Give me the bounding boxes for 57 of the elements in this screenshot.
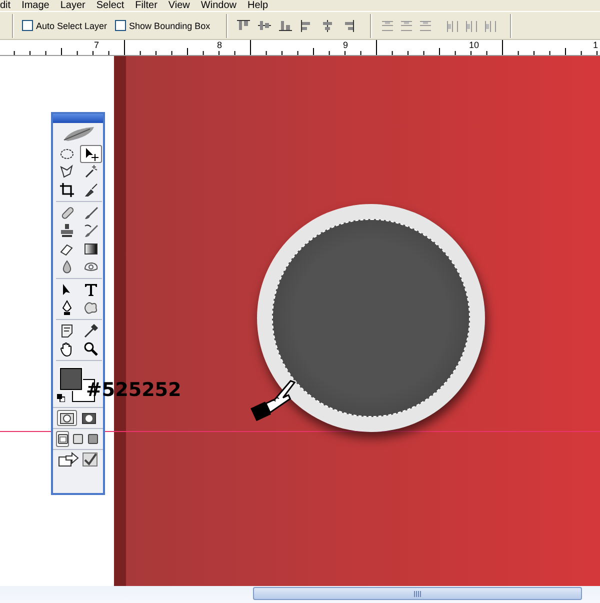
checkbox-label: Show Bounding Box [129,20,210,30]
checkbox[interactable] [115,20,126,31]
ruler-label: 7 [93,40,100,50]
screen-mode-button[interactable] [86,431,100,447]
quick-mask-icon [82,412,96,424]
standard-mode-icon [60,412,74,424]
move-icon [83,146,99,162]
note-icon [59,323,75,339]
mask-mode-button[interactable] [79,410,99,426]
screen-mode-icon [88,434,98,444]
mask-mode-button[interactable] [57,410,77,426]
menu-item[interactable]: dit [0,0,17,11]
magic-wand-icon [83,164,99,180]
distribute-icon [483,19,498,32]
ruler-label: 9 [342,40,348,50]
distribute-icon [445,19,460,32]
menu-item[interactable]: Layer [60,0,92,11]
align-icon [278,19,294,32]
align-icon [257,19,272,32]
screen-mode-icon [58,434,68,444]
menu-item[interactable]: Filter [135,0,164,11]
screen-mode-button[interactable] [71,431,85,447]
grip-icon [414,590,421,596]
checkmark-icon [82,452,98,467]
brush-icon [83,205,99,221]
elliptical-marquee-icon [59,146,75,162]
knife-icon [83,182,99,198]
menu-item[interactable]: Select [96,0,130,11]
distribute-icon [380,19,396,32]
screen-mode-button[interactable] [56,431,70,447]
brush-icon [83,223,99,239]
distribute-icon [418,19,434,32]
scrollbar-thumb[interactable] [253,587,582,600]
jump-to-icon [58,452,80,467]
checkbox-label: Auto Select Layer [36,20,108,30]
menu-item[interactable]: View [168,0,196,11]
gradient-icon [83,241,99,257]
ruler-label: 10 [468,40,480,50]
menu-item[interactable]: Image [22,0,56,11]
screen-mode-icon [72,434,83,444]
zoom-icon [83,341,99,357]
lasso-icon [59,164,75,180]
shape-icon [83,300,99,316]
menu-item[interactable]: Help [247,0,274,11]
ruler-label: 1 [592,40,598,50]
align-icon [236,19,252,32]
text-tool-icon [83,282,99,298]
distribute-icon [464,19,480,32]
tool-button[interactable] [80,145,102,163]
distribute-icon [399,19,414,32]
checkbox[interactable] [22,20,33,31]
ruler-label: 8 [216,40,222,50]
default-colors-icon [57,394,65,402]
foreground-color-swatch[interactable] [60,368,82,390]
stamp-icon [59,223,75,239]
crop-icon [59,182,75,198]
menu-item[interactable]: Window [200,0,242,11]
